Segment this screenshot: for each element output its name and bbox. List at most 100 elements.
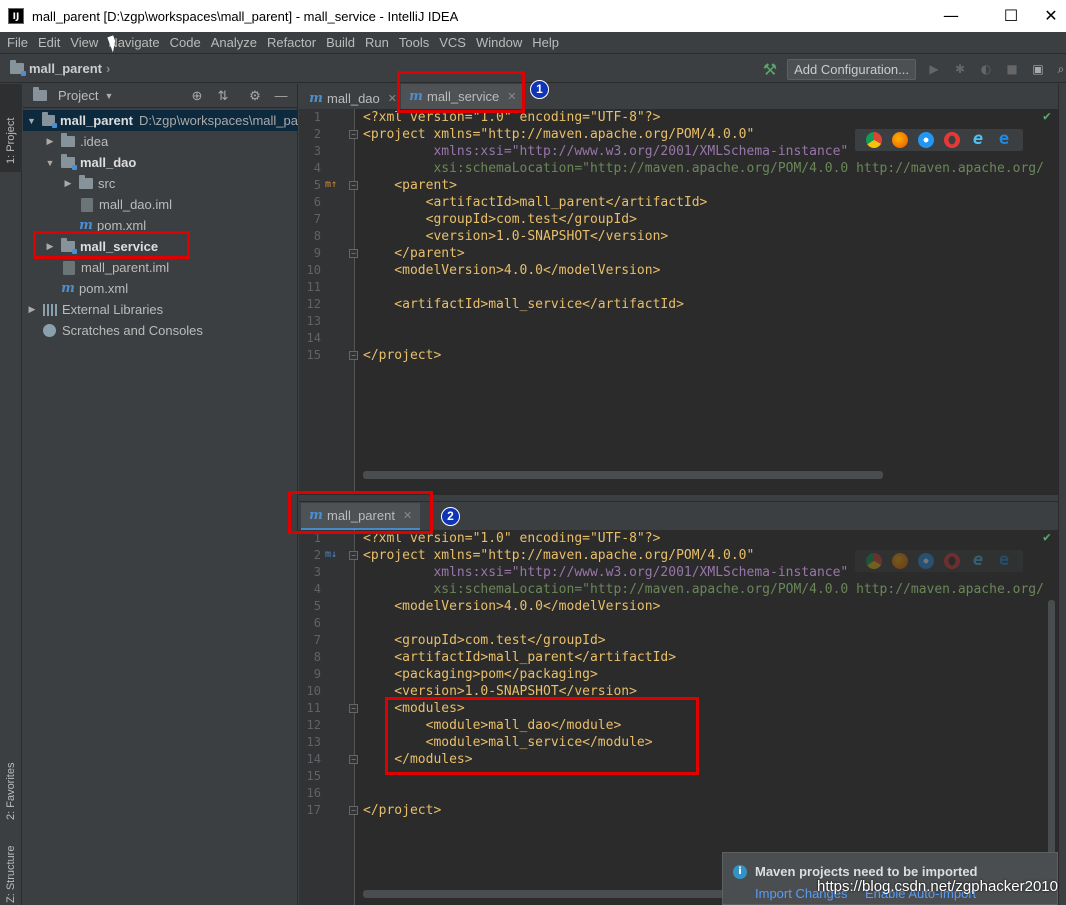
chevron-down-icon[interactable]: ▼: [104, 91, 113, 101]
menu-help[interactable]: Help: [527, 35, 564, 50]
opera-icon[interactable]: [944, 132, 960, 148]
chrome-icon[interactable]: [866, 132, 882, 148]
line-number: 2: [313, 548, 321, 562]
ie-icon[interactable]: e: [970, 552, 986, 569]
tree-item-mall-parent-iml[interactable]: mall_parent.iml: [23, 257, 298, 278]
line-number: 11: [306, 280, 321, 294]
minimize-button[interactable]: —: [928, 0, 974, 32]
line-number: 10: [306, 684, 321, 698]
project-view-selector[interactable]: Project: [58, 88, 98, 103]
chrome-icon[interactable]: [866, 553, 882, 569]
menu-window[interactable]: Window: [471, 35, 527, 50]
fold-icon[interactable]: −: [349, 130, 358, 139]
line-number: 16: [306, 786, 321, 800]
menu-refactor[interactable]: Refactor: [262, 35, 321, 50]
marker-2: 2: [441, 507, 460, 526]
tree-item-path: D:\zgp\workspaces\mall_pa: [139, 113, 298, 128]
maximize-button[interactable]: ☐: [988, 0, 1034, 32]
editor-top[interactable]: 1 2 3 4 5 6 7 8 9 10 11 12 13 14 15 m↑ − − − − ✔ <?xml…: [299, 109, 1058, 494]
fold-icon[interactable]: −: [349, 249, 358, 258]
menu-build[interactable]: Build: [321, 35, 360, 50]
run-icon[interactable]: ▶: [926, 61, 942, 77]
fold-icon[interactable]: −: [349, 704, 358, 713]
folder-icon: [79, 175, 93, 189]
menu-vcs[interactable]: VCS: [434, 35, 471, 50]
horizontal-scrollbar[interactable]: [363, 471, 883, 479]
browser-preview-bar: e e: [855, 129, 1023, 151]
menu-view[interactable]: View: [65, 35, 103, 50]
line-number: 12: [306, 718, 321, 732]
code-line: xsi:schemaLocation="http://maven.apache.…: [363, 582, 1044, 597]
edge-icon[interactable]: e: [996, 552, 1012, 569]
expand-arrow-icon[interactable]: ▶: [61, 178, 75, 189]
scratches-icon: [43, 324, 56, 337]
menu-tools[interactable]: Tools: [394, 35, 434, 50]
collapse-all-icon[interactable]: ⇅: [215, 88, 231, 104]
ie-icon[interactable]: e: [970, 131, 986, 148]
tree-item-parent-pom[interactable]: m pom.xml: [23, 278, 298, 299]
locate-icon[interactable]: ⊕: [189, 88, 205, 104]
tree-item-mall-parent[interactable]: ▼ mall_parent D:\zgp\workspaces\mall_pa: [23, 110, 298, 131]
opera-icon[interactable]: [944, 553, 960, 569]
tree-item-scratches[interactable]: Scratches and Consoles: [23, 320, 298, 341]
code-line: xmlns:xsi="http://www.w3.org/2001/XMLSch…: [363, 565, 849, 580]
tree-item-label: mall_parent: [60, 113, 134, 128]
browser-preview-bar: e e: [855, 550, 1023, 572]
code-line: <groupId>com.test</groupId>: [363, 212, 637, 227]
close-button[interactable]: ✕: [1036, 0, 1066, 32]
fold-icon[interactable]: −: [349, 551, 358, 560]
annotation-box-mall-service-tab: [397, 71, 525, 113]
code-line: <artifactId>mall_service</artifactId>: [363, 297, 684, 312]
project-structure-icon[interactable]: ▣: [1030, 61, 1046, 77]
menu-code[interactable]: Code: [165, 35, 206, 50]
menu-file[interactable]: File: [2, 35, 33, 50]
stop-icon[interactable]: ■: [1004, 61, 1020, 77]
code-line: <artifactId>mall_parent</artifactId>: [363, 195, 708, 210]
fold-icon[interactable]: −: [349, 181, 358, 190]
breadcrumb-label: mall_parent: [29, 61, 102, 76]
tree-item-src[interactable]: ▶ src: [23, 173, 298, 194]
code-line: <project xmlns="http://maven.apache.org/…: [363, 548, 755, 563]
tree-item-idea[interactable]: ▶ .idea: [23, 131, 298, 152]
search-icon[interactable]: ⌕: [1056, 61, 1066, 77]
build-hammer-icon[interactable]: ⚒: [763, 60, 777, 79]
tab-mall-dao[interactable]: m mall_dao ✕: [301, 84, 405, 112]
coverage-icon[interactable]: ◐: [978, 61, 994, 77]
project-panel-header: Project ▼ ⊕ ⇅ ⚙ —: [23, 84, 297, 108]
safari-icon[interactable]: [918, 132, 934, 148]
tab-favorites[interactable]: 2: Favorites: [0, 734, 22, 826]
implemented-marker-icon[interactable]: m↓: [325, 549, 337, 560]
close-tab-icon[interactable]: ✕: [388, 92, 397, 105]
tree-item-external-libraries[interactable]: ▶ External Libraries: [23, 299, 298, 320]
firefox-icon[interactable]: [892, 553, 908, 569]
expand-arrow-icon[interactable]: ▼: [43, 158, 57, 168]
code-line: <modelVersion>4.0.0</modelVersion>: [363, 599, 661, 614]
add-configuration-button[interactable]: Add Configuration...: [787, 58, 916, 80]
expand-arrow-icon[interactable]: ▶: [25, 304, 39, 315]
tab-label: mall_dao: [327, 90, 380, 106]
safari-icon[interactable]: [918, 553, 934, 569]
hide-icon[interactable]: —: [273, 88, 289, 104]
menu-edit[interactable]: Edit: [33, 35, 65, 50]
fold-icon[interactable]: −: [349, 806, 358, 815]
tree-item-label: Scratches and Consoles: [62, 323, 203, 338]
tree-item-mall-dao-iml[interactable]: mall_dao.iml: [23, 194, 298, 215]
override-marker-icon[interactable]: m↑: [325, 179, 337, 190]
menu-run[interactable]: Run: [360, 35, 394, 50]
menu-analyze[interactable]: Analyze: [206, 35, 262, 50]
annotation-box-mall-service-tree: [33, 231, 190, 259]
gear-icon[interactable]: ⚙: [247, 88, 263, 104]
debug-icon[interactable]: ✱: [952, 61, 968, 77]
fold-icon[interactable]: −: [349, 351, 358, 360]
firefox-icon[interactable]: [892, 132, 908, 148]
expand-arrow-icon[interactable]: ▼: [25, 116, 38, 126]
fold-icon[interactable]: −: [349, 755, 358, 764]
tree-item-mall-dao[interactable]: ▼ mall_dao: [23, 152, 298, 173]
line-number: 12: [306, 297, 321, 311]
edge-icon[interactable]: e: [996, 131, 1012, 148]
tab-project[interactable]: 1: Project: [0, 84, 22, 172]
expand-arrow-icon[interactable]: ▶: [43, 136, 57, 147]
tab-structure[interactable]: Z: Structure: [0, 829, 22, 905]
breadcrumb[interactable]: mall_parent ›: [10, 60, 110, 76]
code-line: <modelVersion>4.0.0</modelVersion>: [363, 263, 661, 278]
